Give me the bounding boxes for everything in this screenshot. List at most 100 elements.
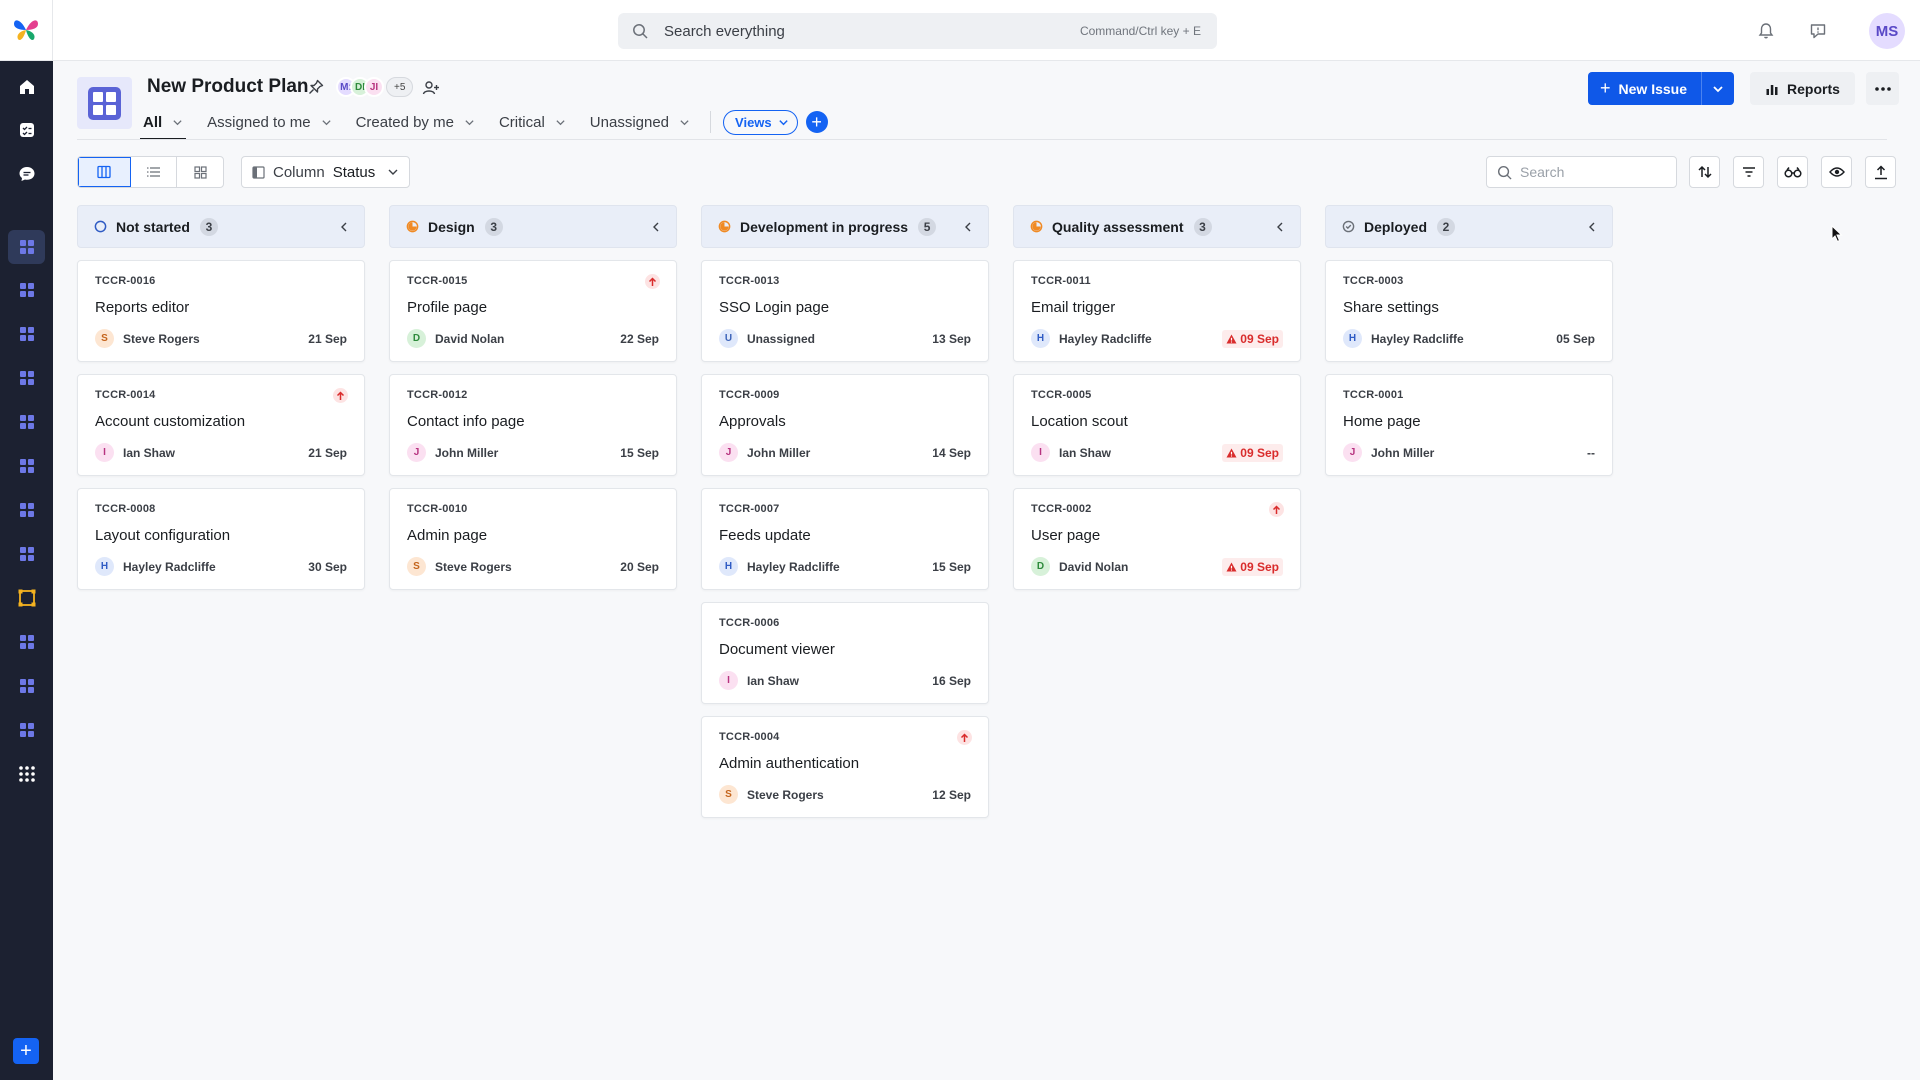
- rail-item-2[interactable]: [8, 113, 45, 147]
- rail-item-16[interactable]: [8, 757, 45, 791]
- reports-button[interactable]: Reports: [1750, 72, 1855, 105]
- tab-created-by-me[interactable]: Created by me: [356, 104, 475, 140]
- column-header: Design 3: [389, 205, 677, 248]
- home-icon: [18, 78, 36, 96]
- issue-card[interactable]: TCCR-0005 Location scout I Ian Shaw 09 Sep: [1013, 374, 1301, 476]
- project-members[interactable]: M: DI JI +5: [336, 77, 414, 97]
- user-avatar[interactable]: MS: [1869, 13, 1905, 49]
- rail-item-10[interactable]: [8, 493, 45, 527]
- rail-item-5[interactable]: [8, 273, 45, 307]
- rail-item-14[interactable]: [8, 669, 45, 703]
- issue-meta: S Steve Rogers 20 Sep: [407, 557, 659, 576]
- chevron-down-icon[interactable]: [172, 117, 183, 128]
- issue-card[interactable]: TCCR-0009 Approvals J John Miller 14 Sep: [701, 374, 989, 476]
- issue-card[interactable]: TCCR-0008 Layout configuration H Hayley Rad…: [77, 488, 365, 590]
- rail-item-1[interactable]: [8, 70, 45, 104]
- new-issue-button[interactable]: + New Issue: [1588, 72, 1701, 105]
- collapse-column-button[interactable]: [1274, 221, 1286, 233]
- feedback-button[interactable]: [1805, 18, 1831, 44]
- chevron-down-icon[interactable]: [679, 117, 690, 128]
- visibility-button[interactable]: [1821, 156, 1852, 188]
- add-member-button[interactable]: [422, 79, 440, 102]
- rail-item-6[interactable]: [8, 317, 45, 351]
- list-view-button[interactable]: [131, 157, 177, 187]
- left-rail: +: [0, 0, 53, 1080]
- assignee-avatar: D: [407, 329, 426, 348]
- issue-card[interactable]: TCCR-0001 Home page J John Miller --: [1325, 374, 1613, 476]
- rail-add-button[interactable]: +: [13, 1038, 39, 1064]
- chevron-down-icon[interactable]: [555, 117, 566, 128]
- pin-button[interactable]: [307, 78, 325, 101]
- notifications-button[interactable]: [1753, 18, 1779, 44]
- issue-card[interactable]: TCCR-0006 Document viewer I Ian Shaw 16 Sep: [701, 602, 989, 704]
- board-view-button[interactable]: [78, 157, 131, 187]
- rail-item-9[interactable]: [8, 449, 45, 483]
- column-title: Design: [428, 218, 475, 235]
- chevron-down-icon[interactable]: [321, 117, 332, 128]
- sort-button[interactable]: [1689, 156, 1720, 188]
- new-issue-label: New Issue: [1618, 80, 1687, 97]
- rail-item-11[interactable]: [8, 537, 45, 571]
- assignee-name: Hayley Radcliffe: [1059, 331, 1152, 346]
- rail-item-12[interactable]: [8, 581, 45, 615]
- rail-item-15[interactable]: [8, 713, 45, 747]
- spotlight-button[interactable]: [1777, 156, 1808, 188]
- grid-view-button[interactable]: [177, 157, 223, 187]
- collapse-column-button[interactable]: [1586, 221, 1598, 233]
- collapse-column-button[interactable]: [338, 221, 350, 233]
- filter-button[interactable]: [1733, 156, 1764, 188]
- issue-meta: H Hayley Radcliffe 05 Sep: [1343, 329, 1595, 348]
- tab-all[interactable]: All: [139, 104, 187, 140]
- export-button[interactable]: [1865, 156, 1896, 188]
- issue-card[interactable]: TCCR-0011 Email trigger H Hayley Radcliffe 0…: [1013, 260, 1301, 362]
- assignee-name: Steve Rogers: [435, 559, 512, 574]
- issue-card[interactable]: TCCR-0015 Profile page D David Nolan 22 Sep: [389, 260, 677, 362]
- assignee-name: Hayley Radcliffe: [123, 559, 216, 574]
- rail-item-13[interactable]: [8, 625, 45, 659]
- views-dropdown[interactable]: Views: [723, 109, 798, 135]
- add-user-icon: [422, 81, 439, 95]
- bar-chart-icon: [1766, 84, 1778, 95]
- rail-item-3[interactable]: [8, 157, 45, 191]
- chevron-down-icon: [778, 117, 789, 128]
- column-layout-icon: [252, 165, 265, 179]
- issue-key: TCCR-0003: [1343, 275, 1404, 287]
- app-logo[interactable]: [0, 0, 53, 61]
- more-actions-button[interactable]: [1866, 72, 1899, 105]
- reports-label: Reports: [1787, 80, 1840, 97]
- issue-key: TCCR-0013: [719, 275, 780, 287]
- rail-item-4[interactable]: [8, 230, 45, 264]
- add-view-button[interactable]: +: [805, 111, 828, 133]
- issue-title: Admin page: [407, 527, 488, 544]
- issue-card[interactable]: TCCR-0007 Feeds update H Hayley Radcliffe 15…: [701, 488, 989, 590]
- due-date-overdue: 09 Sep: [1222, 443, 1283, 462]
- collapse-column-button[interactable]: [962, 221, 974, 233]
- issue-card[interactable]: TCCR-0010 Admin page S Steve Rogers 20 Sep: [389, 488, 677, 590]
- rail-item-8[interactable]: [8, 405, 45, 439]
- assignee-avatar: H: [95, 557, 114, 576]
- issue-key: TCCR-0005: [1031, 389, 1092, 401]
- new-issue-dropdown-button[interactable]: [1701, 72, 1734, 105]
- tab-assigned-to-me[interactable]: Assigned to me: [207, 104, 331, 140]
- global-search[interactable]: Search everything Command/Ctrl key + E: [618, 13, 1217, 49]
- tab-unassigned[interactable]: Unassigned: [590, 104, 690, 140]
- chevron-down-icon[interactable]: [464, 117, 475, 128]
- assignee-avatar: U: [719, 329, 738, 348]
- high-priority-arrow-icon: [645, 274, 660, 289]
- issue-key: TCCR-0008: [95, 503, 156, 515]
- collapse-column-button[interactable]: [650, 221, 662, 233]
- issue-key: TCCR-0012: [407, 389, 468, 401]
- issue-card[interactable]: TCCR-0003 Share settings H Hayley Radcliffe…: [1325, 260, 1613, 362]
- board-search-input[interactable]: [1520, 164, 1660, 180]
- board-column: Deployed 2 TCCR-0003 Share settings H Hayley …: [1325, 205, 1613, 488]
- tab-critical[interactable]: Critical: [499, 104, 566, 140]
- issue-card[interactable]: TCCR-0013 SSO Login page U Unassigned 13 Sep: [701, 260, 989, 362]
- issue-card[interactable]: TCCR-0012 Contact info page J John Miller 15…: [389, 374, 677, 476]
- group-by-select[interactable]: Column Status: [241, 156, 411, 188]
- issue-card[interactable]: TCCR-0004 Admin authentication S Steve Roge…: [701, 716, 989, 818]
- issue-key: TCCR-0014: [95, 389, 156, 401]
- issue-card[interactable]: TCCR-0016 Reports editor S Steve Rogers 21 S…: [77, 260, 365, 362]
- rail-item-7[interactable]: [8, 361, 45, 395]
- issue-card[interactable]: TCCR-0002 User page D David Nolan 09 Sep: [1013, 488, 1301, 590]
- issue-card[interactable]: TCCR-0014 Account customization I Ian Shaw 2…: [77, 374, 365, 476]
